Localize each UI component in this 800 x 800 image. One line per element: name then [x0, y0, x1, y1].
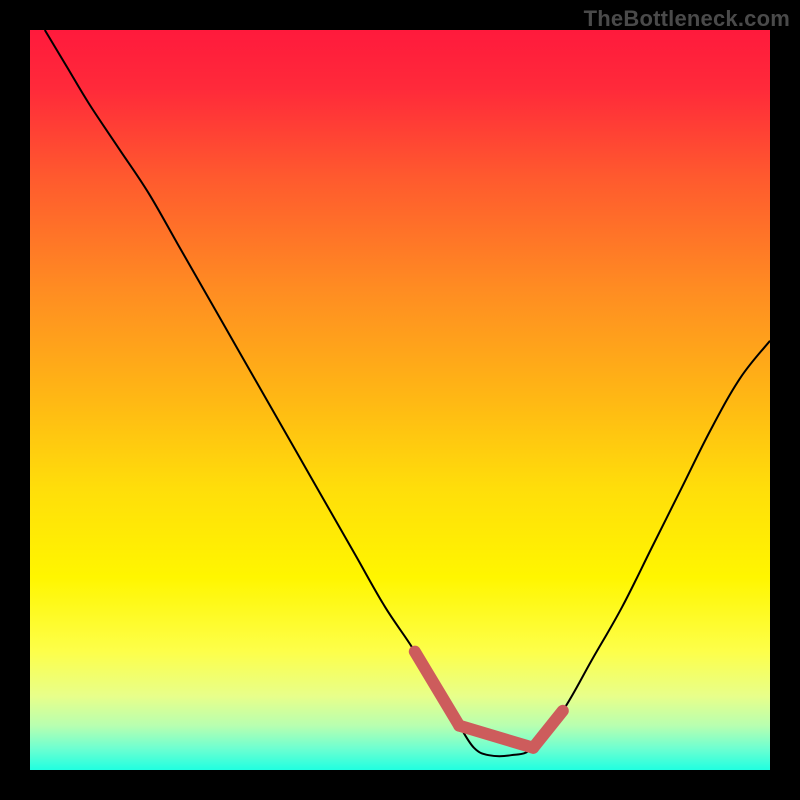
- watermark-text: TheBottleneck.com: [584, 6, 790, 32]
- chart-frame: TheBottleneck.com: [0, 0, 800, 800]
- plot-background: [30, 30, 770, 770]
- bottleneck-chart: [30, 30, 770, 770]
